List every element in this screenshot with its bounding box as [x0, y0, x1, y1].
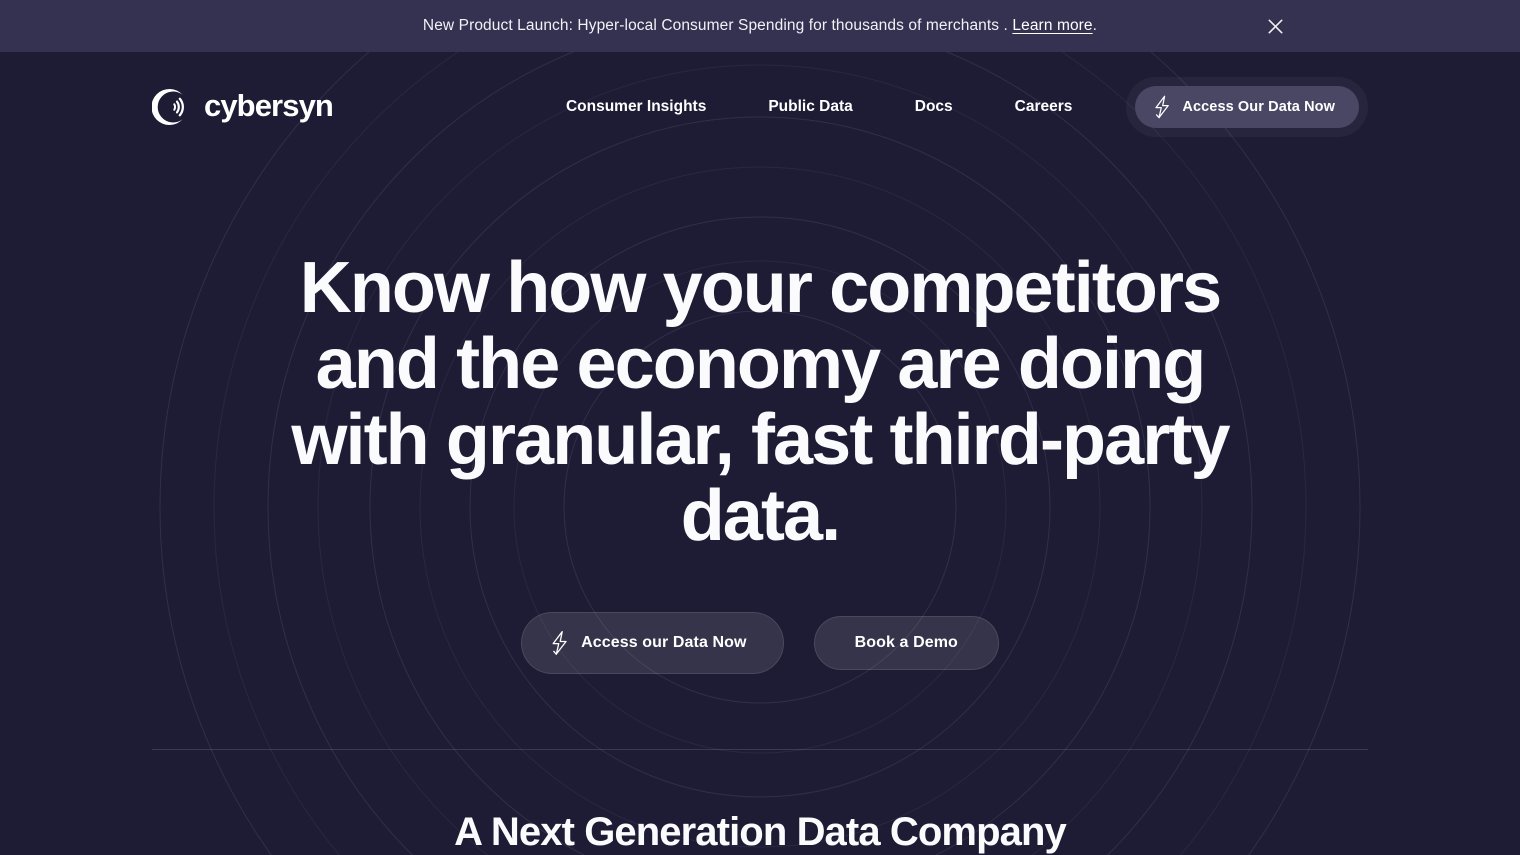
logo-wordmark: cybersyn: [204, 88, 334, 123]
header-access-data-pill: Access Our Data Now: [1135, 86, 1359, 128]
next-generation-section: A Next Generation Data Company Get data …: [0, 750, 1520, 855]
nav-item-careers[interactable]: Careers: [1015, 90, 1073, 124]
hero-heading: Know how your competitors and the econom…: [291, 248, 1230, 556]
page-body: cybersyn Consumer Insights Public Data D…: [0, 52, 1520, 855]
hero-secondary-button-label: Book a Demo: [854, 634, 958, 651]
cybersyn-spiral-logo-icon: [152, 89, 184, 125]
hero-access-data-button[interactable]: Access our Data Now: [521, 612, 784, 674]
logo[interactable]: cybersyn: [152, 87, 334, 127]
hero-primary-button-label: Access our Data Now: [581, 634, 747, 651]
header-cta-label: Access Our Data Now: [1182, 99, 1335, 115]
main-navigation: Consumer Insights Public Data Docs Caree…: [566, 90, 1072, 124]
nav-item-consumer-insights[interactable]: Consumer Insights: [566, 90, 706, 124]
hero-actions: Access our Data Now Book a Demo: [0, 612, 1520, 674]
learn-more-link[interactable]: Learn more: [1012, 17, 1092, 34]
nav-item-docs[interactable]: Docs: [915, 90, 953, 124]
lightning-bolt-icon: [1155, 95, 1170, 119]
announcement-text-before: New Product Launch: Hyper-local Consumer…: [422, 17, 1008, 34]
announcement-text-after: .: [1092, 17, 1098, 34]
close-icon[interactable]: [1262, 13, 1288, 39]
announcement-banner: New Product Launch: Hyper-local Consumer…: [0, 0, 1520, 52]
header-access-data-button[interactable]: Access Our Data Now: [1126, 77, 1368, 137]
nav-item-public-data[interactable]: Public Data: [768, 90, 852, 124]
hero-section: Know how your competitors and the econom…: [0, 162, 1520, 674]
section-heading: A Next Generation Data Company: [454, 810, 1067, 854]
announcement-text: New Product Launch: Hyper-local Consumer…: [423, 17, 1097, 35]
lightning-bolt-icon: [552, 630, 567, 655]
book-a-demo-button[interactable]: Book a Demo: [813, 616, 999, 670]
site-header: cybersyn Consumer Insights Public Data D…: [0, 52, 1520, 162]
